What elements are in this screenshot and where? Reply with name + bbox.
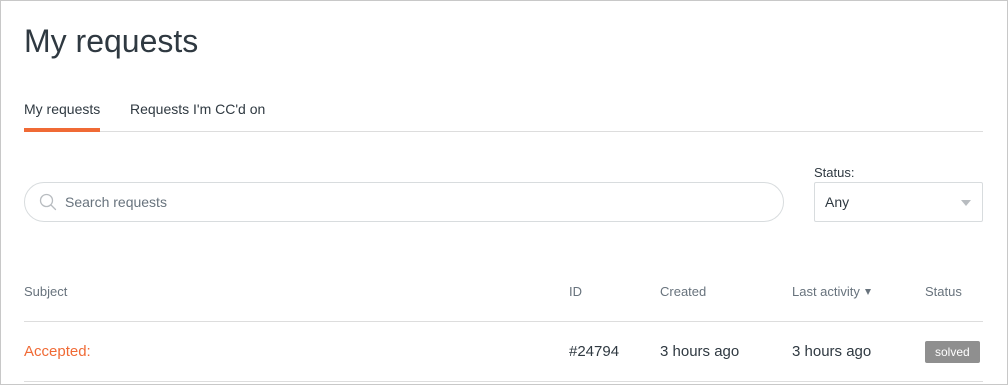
status-filter-label: Status: — [814, 165, 855, 180]
status-filter-select[interactable]: Any — [814, 182, 983, 222]
search-input[interactable] — [65, 183, 765, 221]
column-header-subject: Subject — [24, 284, 68, 299]
tab-ccd-requests[interactable]: Requests I'm CC'd on — [130, 95, 265, 132]
status-badge: solved — [925, 341, 980, 363]
column-header-last-activity[interactable]: Last activity — [792, 284, 871, 299]
column-header-created: Created — [660, 284, 707, 299]
table-header: Subject ID Created Last activity Status — [24, 284, 983, 322]
request-last-activity: 3 hours ago — [792, 343, 872, 360]
column-header-id: ID — [569, 284, 582, 299]
request-created: 3 hours ago — [660, 343, 740, 360]
request-tabs: My requests Requests I'm CC'd on — [24, 95, 983, 132]
status-filter-value: Any — [825, 194, 850, 210]
search-box[interactable] — [24, 182, 784, 222]
chevron-down-icon — [961, 200, 971, 206]
request-id: #24794 — [569, 343, 620, 360]
tab-my-requests[interactable]: My requests — [24, 95, 101, 132]
sort-descending-icon — [864, 289, 871, 295]
search-icon — [39, 193, 57, 211]
column-header-status: Status — [925, 284, 962, 299]
page-title: My requests — [24, 23, 199, 59]
column-header-last-activity-label: Last activity — [792, 284, 860, 299]
request-subject-link[interactable]: Accepted: — [24, 343, 91, 360]
table-row: Accepted: #24794 3 hours ago 3 hours ago… — [24, 323, 983, 382]
